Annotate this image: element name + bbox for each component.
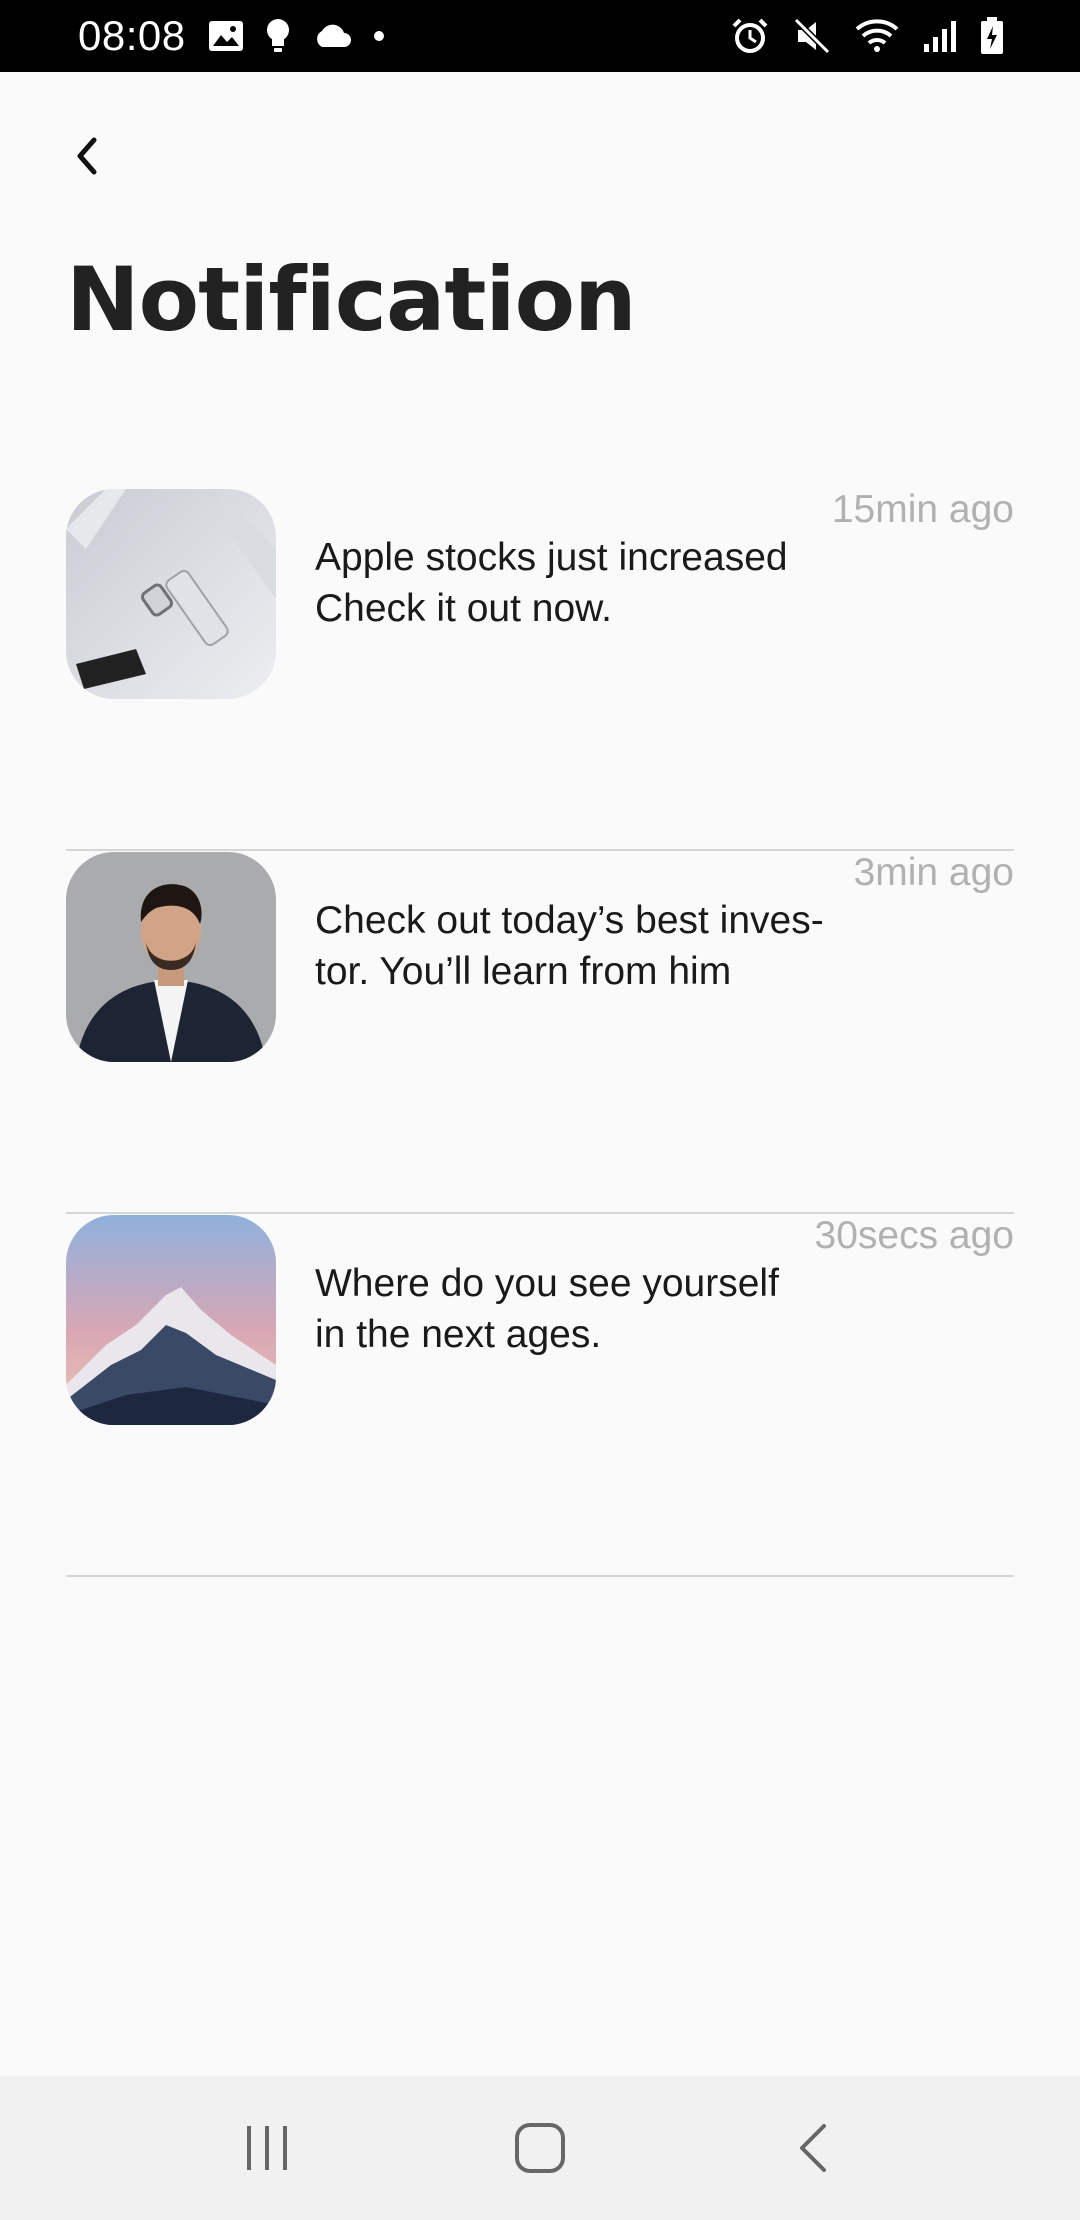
battery-icon <box>980 17 1004 55</box>
notification-thumbnail-mountain <box>66 1215 276 1425</box>
notification-thumbnail-portrait <box>66 852 276 1062</box>
signal-icon <box>922 18 958 54</box>
notification-item[interactable]: Check out today’s best inves- tor. You’l… <box>66 851 1014 1214</box>
notification-list: Apple stocks just increased Check it out… <box>66 488 1014 1577</box>
notification-item[interactable]: Where do you see yourself in the next ag… <box>66 1214 1014 1577</box>
notification-message: Apple stocks just increased Check it out… <box>315 536 788 630</box>
page-title: Notification <box>66 248 637 351</box>
cloud-icon <box>312 23 352 49</box>
dot-icon <box>373 31 384 41</box>
notification-message: Check out today’s best inves- tor. You’l… <box>315 899 824 993</box>
notification-time: 3min ago <box>853 851 1014 894</box>
nav-back-button[interactable] <box>753 2098 873 2198</box>
chevron-left-icon <box>77 137 97 175</box>
home-icon <box>514 2123 565 2173</box>
status-bar: 08:08 <box>0 0 1080 72</box>
notification-thumbnail-devices <box>66 489 276 699</box>
notification-message: Where do you see yourself in the next ag… <box>315 1262 779 1356</box>
home-button[interactable] <box>480 2098 600 2198</box>
mute-icon <box>792 16 832 56</box>
notification-item[interactable]: Apple stocks just increased Check it out… <box>66 488 1014 851</box>
back-button[interactable] <box>66 128 106 184</box>
recent-apps-icon <box>246 2126 287 2170</box>
bulb-icon <box>266 18 290 54</box>
back-icon <box>800 2124 827 2172</box>
status-time: 08:08 <box>78 12 186 59</box>
notification-time: 15min ago <box>831 488 1014 531</box>
recent-apps-button[interactable] <box>207 2098 327 2198</box>
system-nav-bar <box>0 2076 1080 2220</box>
notification-time: 30secs ago <box>814 1214 1014 1257</box>
alarm-icon <box>730 16 770 56</box>
status-left: 08:08 <box>78 12 384 60</box>
wifi-icon <box>854 17 900 55</box>
image-icon <box>208 20 244 52</box>
status-right <box>730 16 1004 56</box>
